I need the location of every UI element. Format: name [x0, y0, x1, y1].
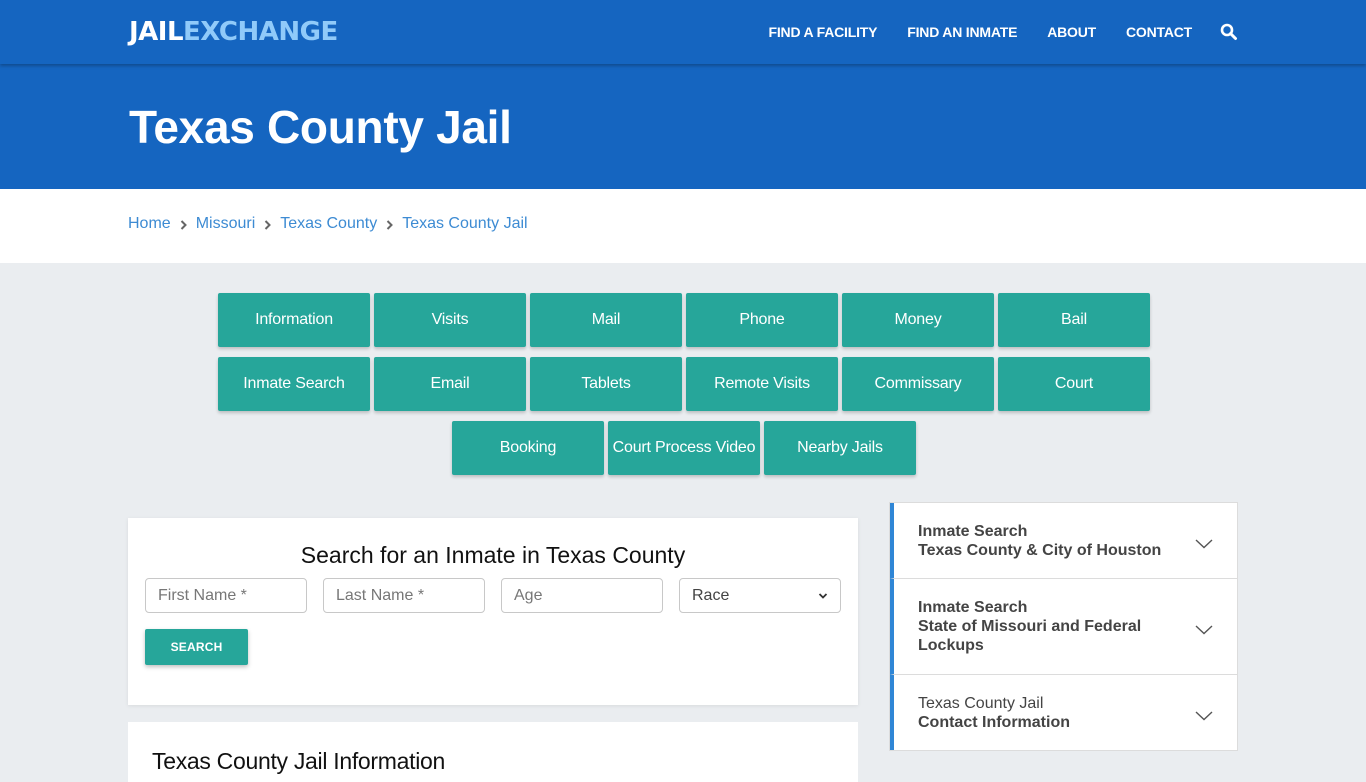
nav-about[interactable]: ABOUT: [1047, 24, 1096, 40]
tile-court-process-video[interactable]: Court Process Video: [608, 421, 760, 475]
facility-section-buttons: Information Visits Mail Phone Money Bail…: [139, 293, 1229, 485]
tile-visits[interactable]: Visits: [374, 293, 526, 347]
tile-booking[interactable]: Booking: [452, 421, 604, 475]
accordion-item-heading: Texas County Jail: [918, 694, 1044, 712]
chevron-right-icon: [262, 218, 274, 230]
tile-tablets[interactable]: Tablets: [530, 357, 682, 411]
accordion-item-subheading: Texas County & City of Houston: [918, 541, 1162, 559]
tile-email[interactable]: Email: [374, 357, 526, 411]
accordion-item-heading: Inmate Search: [918, 599, 1028, 616]
breadcrumb-home[interactable]: Home: [128, 215, 171, 233]
search-card-title: Search for an Inmate in Texas County: [300, 542, 686, 568]
tile-bail[interactable]: Bail: [998, 293, 1150, 347]
age-input[interactable]: [501, 578, 663, 613]
tile-inmate-search[interactable]: Inmate Search: [218, 357, 370, 411]
jail-information-card: Texas County Jail Information: [128, 722, 858, 782]
tile-court[interactable]: Court: [998, 357, 1150, 411]
chevron-right-icon: [178, 218, 190, 230]
main-nav: FIND A FACILITY FIND AN INMATE ABOUT CON…: [739, 0, 1238, 64]
tile-mail[interactable]: Mail: [530, 293, 682, 347]
accordion-item-subheading: State of Missouri and Federal Lockups: [918, 618, 1142, 654]
logo-jail-text: JAIL: [129, 17, 184, 47]
sidebar-accordion: Inmate Search Texas County & City of Hou…: [889, 502, 1238, 751]
breadcrumb-texas-county-jail[interactable]: Texas County Jail: [402, 215, 527, 233]
nav-contact[interactable]: CONTACT: [1126, 24, 1192, 40]
first-name-input[interactable]: [145, 578, 307, 613]
nav-find-a-facility[interactable]: FIND A FACILITY: [769, 24, 878, 40]
tile-information[interactable]: Information: [218, 293, 370, 347]
chevron-right-icon: [384, 218, 396, 230]
accordion-item-subheading: Contact Information: [918, 713, 1070, 731]
chevron-down-icon: [1195, 708, 1213, 720]
tile-money[interactable]: Money: [842, 293, 994, 347]
hero-banner: Texas County Jail: [0, 64, 1366, 189]
top-navbar: JAILEXCHANGE FIND A FACILITY FIND AN INM…: [0, 0, 1366, 64]
accordion-item-heading: Inmate Search: [918, 522, 1028, 540]
nav-find-an-inmate[interactable]: FIND AN INMATE: [907, 24, 1017, 40]
accordion-item-inmate-search-state[interactable]: Inmate Search State of Missouri and Fede…: [890, 579, 1237, 675]
breadcrumb-texas-county[interactable]: Texas County: [280, 215, 377, 233]
info-section-title: Texas County Jail Information: [152, 748, 445, 774]
accordion-item-contact-information[interactable]: Texas County Jail Contact Information: [890, 675, 1237, 750]
logo-exchange-text: EXCHANGE: [183, 17, 338, 47]
breadcrumb-bar: Home Missouri Texas County Texas County …: [0, 189, 1366, 263]
search-icon[interactable]: [1220, 23, 1238, 41]
race-select-value: Race: [692, 586, 730, 604]
accordion-item-inmate-search-county[interactable]: Inmate Search Texas County & City of Hou…: [890, 503, 1237, 579]
chevron-down-icon: [1195, 622, 1213, 634]
site-logo[interactable]: JAILEXCHANGE: [129, 14, 338, 50]
race-select[interactable]: Race: [679, 578, 841, 613]
tile-nearby-jails[interactable]: Nearby Jails: [764, 421, 916, 475]
breadcrumb: Home Missouri Texas County Texas County …: [128, 215, 528, 233]
tile-remote-visits[interactable]: Remote Visits: [686, 357, 838, 411]
breadcrumb-missouri[interactable]: Missouri: [196, 215, 256, 233]
chevron-down-icon: [818, 587, 828, 605]
tile-phone[interactable]: Phone: [686, 293, 838, 347]
search-button[interactable]: SEARCH: [145, 629, 248, 665]
page-title: Texas County Jail: [129, 101, 512, 153]
chevron-down-icon: [1195, 536, 1213, 548]
last-name-input[interactable]: [323, 578, 485, 613]
tile-commissary[interactable]: Commissary: [842, 357, 994, 411]
inmate-search-card: Search for an Inmate in Texas County Rac…: [128, 518, 858, 705]
